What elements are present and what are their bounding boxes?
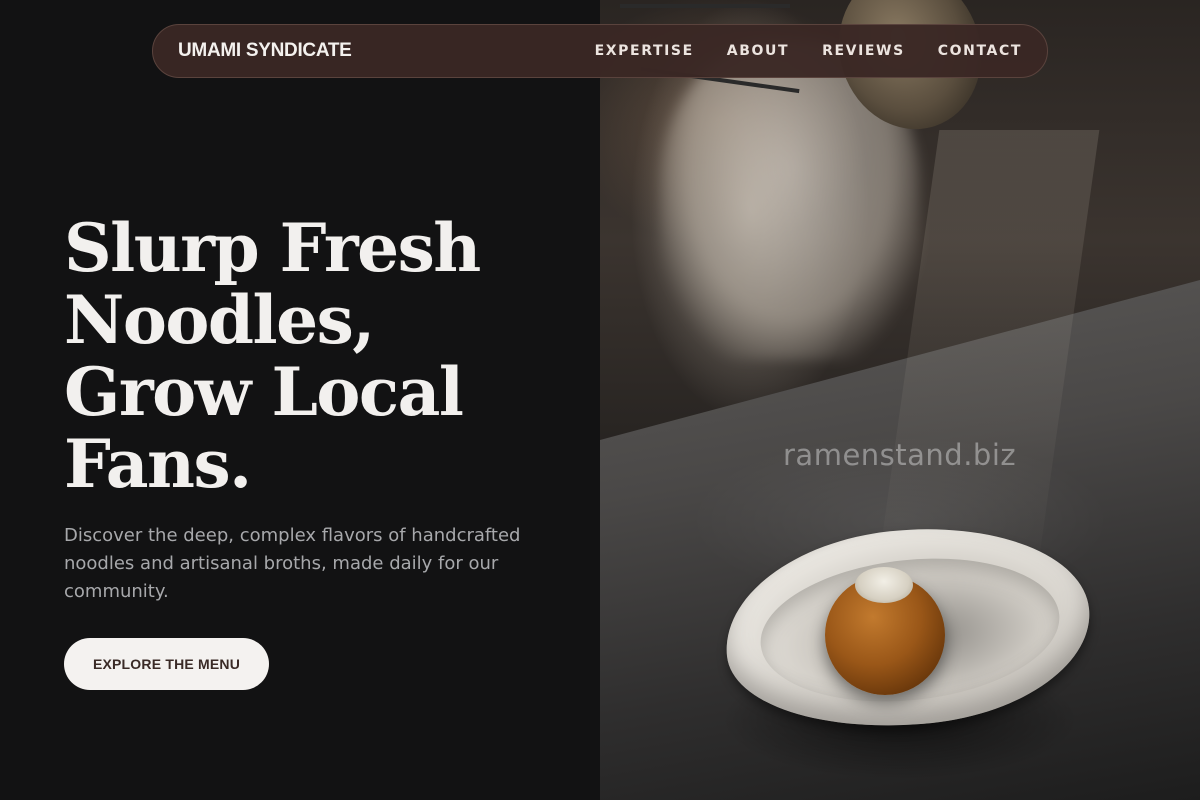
nav-link-expertise[interactable]: EXPERTISE	[595, 43, 694, 59]
photo-tongs-upper	[620, 4, 790, 8]
brand-logo[interactable]: UMAMI SYNDICATE	[178, 40, 352, 62]
nav-link-reviews[interactable]: REVIEWS	[822, 43, 905, 59]
hero-title-line: Slurp Fresh	[64, 209, 481, 287]
nav-link-contact[interactable]: CONTACT	[938, 43, 1022, 59]
photo-ball-topping	[855, 567, 913, 603]
hero-title: Slurp Fresh Noodles, Grow Local Fans.	[64, 212, 584, 500]
watermark: ramenstand.biz	[783, 438, 1017, 472]
hero-subtitle: Discover the deep, complex flavors of ha…	[64, 525, 521, 602]
top-navbar: UMAMI SYNDICATE EXPERTISE ABOUT REVIEWS …	[152, 24, 1048, 78]
hero-photo	[600, 0, 1200, 800]
nav-link-about[interactable]: ABOUT	[727, 43, 789, 59]
hero-title-line: Grow Local	[64, 353, 464, 431]
nav-links: EXPERTISE ABOUT REVIEWS CONTACT	[595, 43, 1022, 59]
hero-title-line: Fans.	[64, 425, 252, 503]
hero-title-line: Noodles,	[64, 281, 375, 359]
explore-menu-button[interactable]: EXPLORE THE MENU	[64, 638, 269, 690]
